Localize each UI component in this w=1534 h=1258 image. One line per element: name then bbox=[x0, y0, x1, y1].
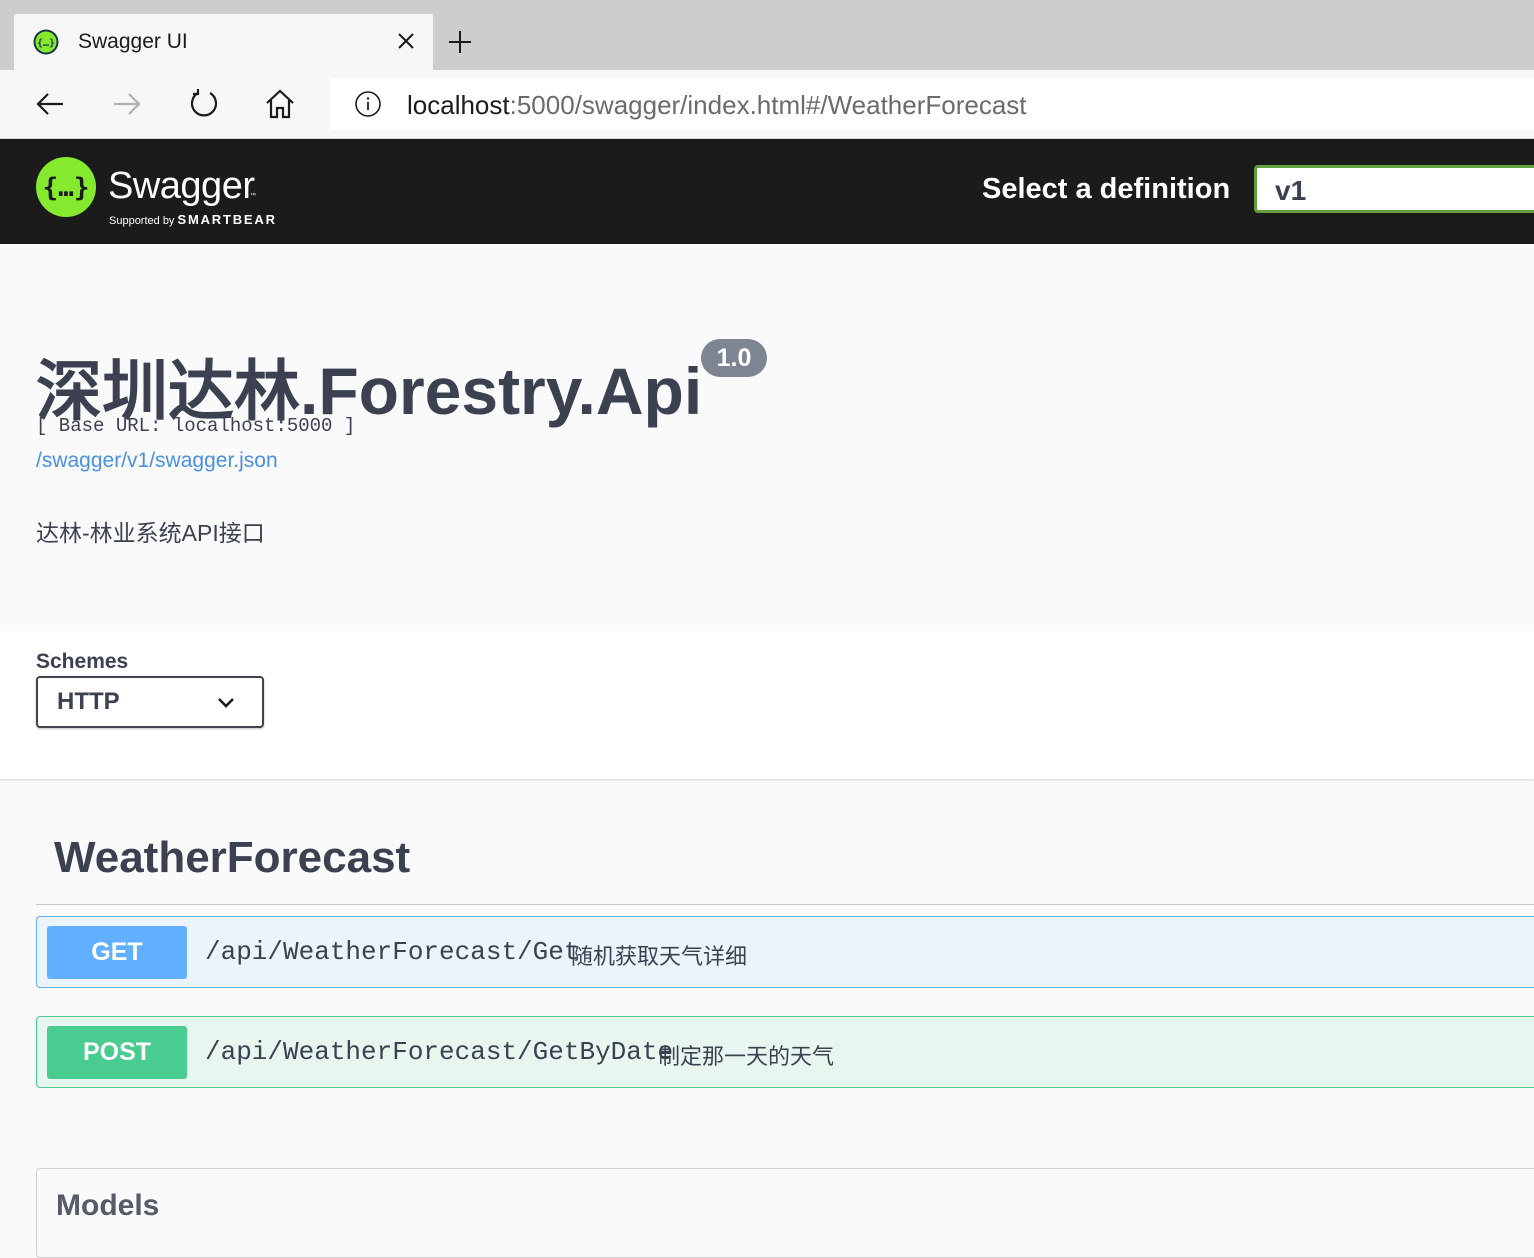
forward-arrow-icon[interactable] bbox=[109, 86, 145, 122]
chevron-down-icon bbox=[218, 698, 234, 708]
info-icon[interactable] bbox=[354, 90, 382, 118]
svg-text:{…}: {…} bbox=[37, 38, 55, 49]
logo-wordmark: Swagger bbox=[108, 165, 255, 207]
svg-text:{…}: {…} bbox=[43, 173, 90, 203]
url-text: localhost:5000/swagger/index.html#/Weath… bbox=[407, 90, 1027, 121]
swagger-favicon-icon: {…} bbox=[33, 29, 59, 55]
base-url: [ Base URL: localhost:5000 ] bbox=[36, 415, 356, 437]
operation-path: /api/WeatherForecast/GetByDate bbox=[205, 1037, 674, 1067]
tag-title[interactable]: WeatherForecast bbox=[54, 833, 410, 883]
url-host: localhost bbox=[407, 90, 510, 120]
schemes-label: Schemes bbox=[36, 650, 129, 673]
swagger-logo-icon[interactable]: {…} bbox=[36, 157, 96, 217]
home-icon[interactable] bbox=[262, 86, 298, 122]
browser-tab[interactable]: {…} Swagger UI bbox=[14, 14, 433, 70]
definition-select[interactable]: v1 bbox=[1254, 165, 1534, 213]
api-description: 达林-林业系统API接口 bbox=[36, 520, 265, 546]
models-title: Models bbox=[56, 1189, 160, 1222]
browser-tab-bar: {…} Swagger UI bbox=[0, 0, 1534, 70]
logo-trademark: ™ bbox=[250, 193, 256, 199]
smartbear-text: SMARTBEAR bbox=[177, 212, 277, 227]
operation-path: /api/WeatherForecast/Get bbox=[205, 937, 580, 967]
schemes-select[interactable]: HTTP bbox=[36, 676, 264, 728]
schemes-value: HTTP bbox=[57, 688, 120, 715]
models-section[interactable]: Models bbox=[36, 1168, 1534, 1258]
swagger-json-link[interactable]: /swagger/v1/swagger.json bbox=[36, 449, 278, 473]
method-badge-get: GET bbox=[47, 926, 187, 979]
operation-summary: 制定那一天的天气 bbox=[658, 1044, 835, 1069]
logo-supported-by: Supported by SMARTBEAR bbox=[109, 212, 277, 227]
operation-post[interactable]: POST /api/WeatherForecast/GetByDate 制定那一… bbox=[36, 1016, 1534, 1088]
back-arrow-icon[interactable] bbox=[32, 86, 68, 122]
operation-summary: 随机获取天气详细 bbox=[571, 944, 748, 969]
definition-label: Select a definition bbox=[982, 173, 1231, 205]
schemes-section: Schemes HTTP bbox=[0, 631, 1534, 779]
operation-get[interactable]: GET /api/WeatherForecast/Get 随机获取天气详细 bbox=[36, 916, 1534, 988]
close-tab-icon[interactable] bbox=[394, 29, 418, 53]
supported-by-text: Supported by bbox=[109, 215, 175, 227]
url-path: :5000/swagger/index.html#/WeatherForecas… bbox=[509, 90, 1027, 120]
swagger-topbar: {…} Swagger ™ Supported by SMARTBEAR Sel… bbox=[0, 139, 1534, 244]
definition-value: v1 bbox=[1275, 175, 1307, 206]
tag-divider bbox=[36, 904, 1534, 905]
refresh-icon[interactable] bbox=[186, 86, 222, 122]
tab-title: Swagger UI bbox=[78, 30, 188, 53]
method-badge-post: POST bbox=[47, 1026, 187, 1079]
new-tab-icon[interactable] bbox=[446, 28, 474, 56]
address-bar[interactable]: localhost:5000/swagger/index.html#/Weath… bbox=[330, 78, 1534, 130]
version-badge: 1.0 bbox=[701, 339, 767, 377]
browser-nav-bar: localhost:5000/swagger/index.html#/Weath… bbox=[0, 70, 1534, 139]
braces-icon: {…} bbox=[43, 173, 90, 203]
